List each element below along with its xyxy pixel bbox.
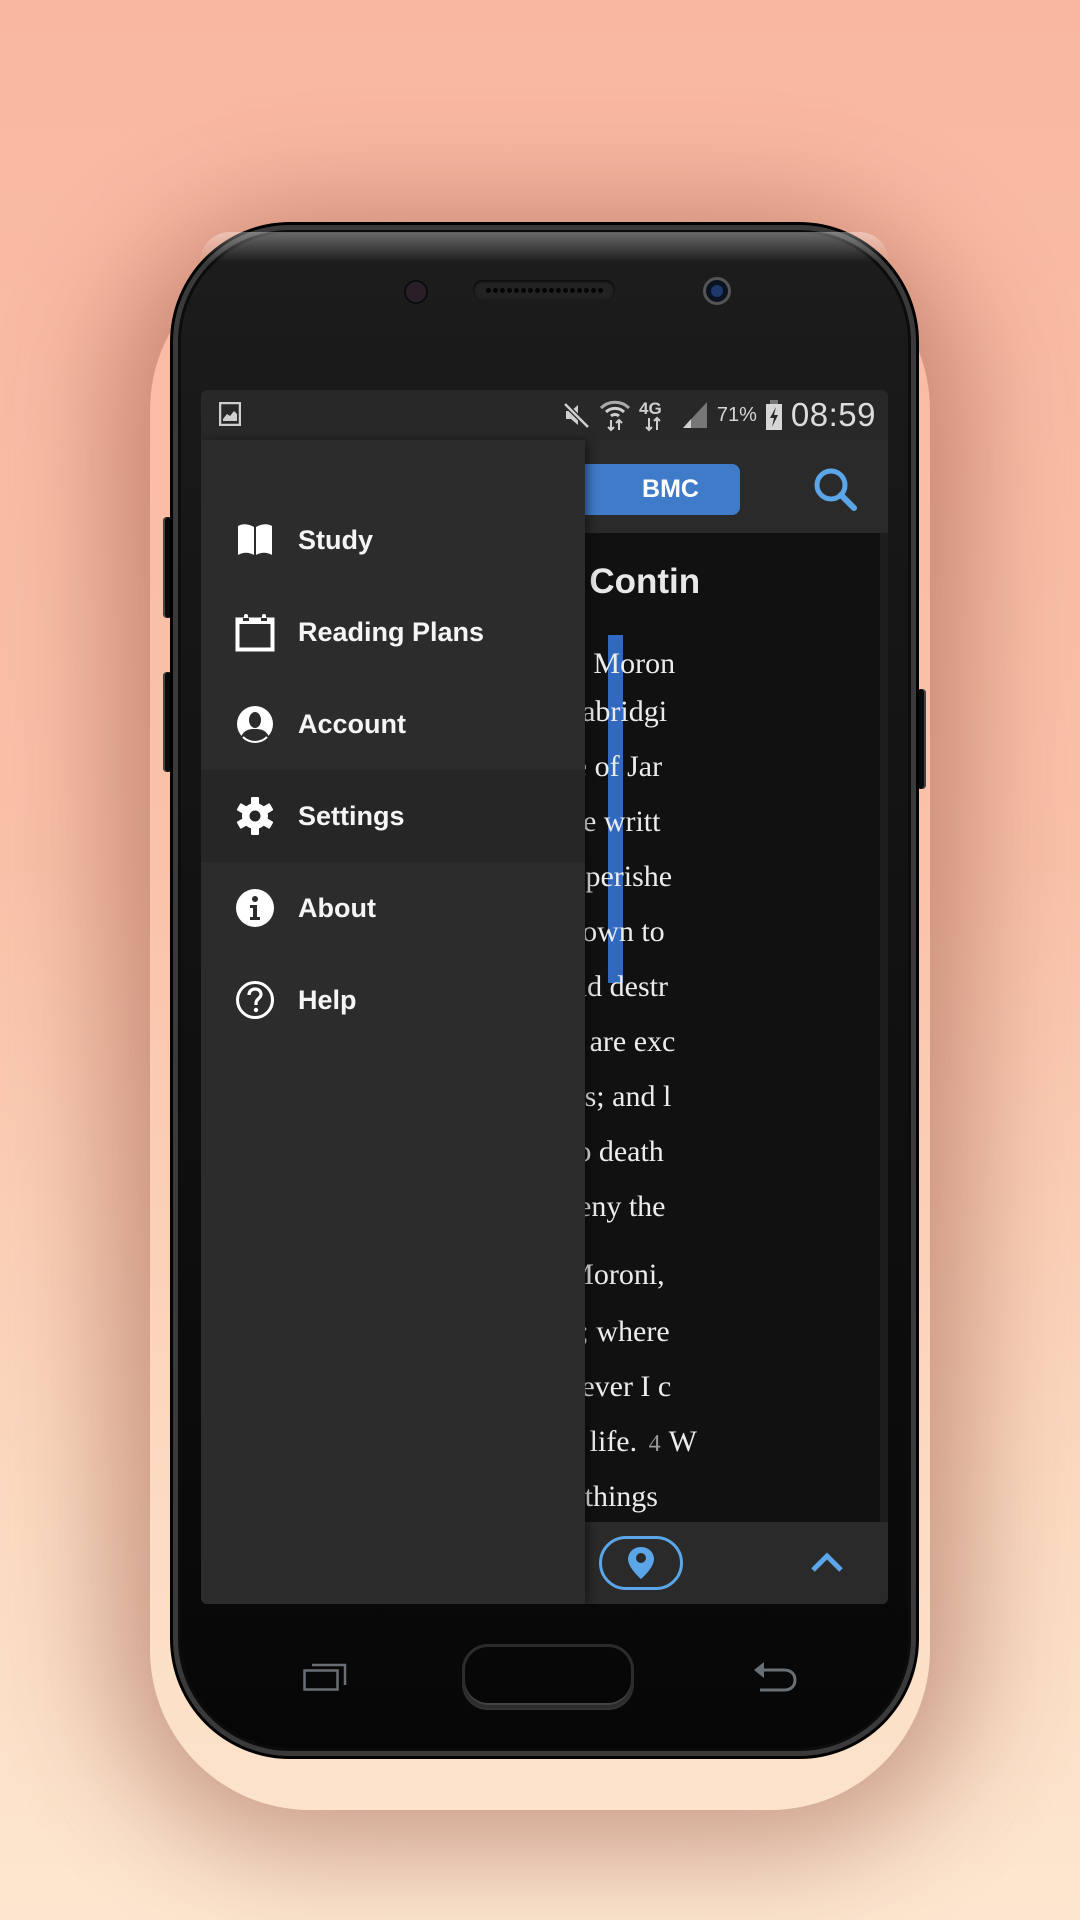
drawer-item-label: Reading Plans (298, 616, 485, 647)
back-icon[interactable] (752, 1660, 798, 1694)
reader-edge (880, 533, 888, 1604)
front-camera (703, 277, 731, 305)
drawer-item-label: About (298, 892, 376, 923)
phone-screen: 4G 71% 08:59 BMC Moroni Contin (201, 390, 888, 1604)
book-icon (238, 524, 272, 555)
wifi-icon (599, 400, 630, 432)
calendar-icon (235, 614, 275, 652)
drawer-item-study[interactable]: Study (201, 494, 585, 586)
image-icon (219, 402, 241, 426)
account-icon (237, 706, 273, 744)
drawer-item-label: Study (298, 524, 374, 555)
4g-lte-icon: 4G (639, 399, 662, 432)
drawer-item-label: Account (298, 708, 406, 739)
drawer-item-about[interactable]: About (201, 862, 585, 954)
status-bar: 4G 71% 08:59 (201, 390, 888, 440)
home-button[interactable] (462, 1644, 634, 1708)
drawer-item-reading-plans[interactable]: Reading Plans (201, 586, 585, 678)
clock: 08:59 (790, 396, 876, 433)
proximity-sensor (404, 280, 428, 304)
location-pin-icon (628, 1547, 654, 1579)
drawer-item-help[interactable]: Help (201, 954, 585, 1046)
drawer-item-account[interactable]: Account (201, 678, 585, 770)
battery-percent: 71% (716, 403, 757, 426)
status-icons: 4G 71% 08:59 (561, 396, 876, 434)
reader-bottom-bar (585, 1522, 888, 1604)
gear-icon (236, 797, 274, 835)
info-icon (236, 889, 274, 927)
drawer-item-settings[interactable]: Settings (201, 770, 585, 862)
chevron-up-icon[interactable] (805, 1542, 849, 1582)
signal-icon (682, 402, 707, 428)
navigation-drawer: Study Reading Plans Account Settings Abo… (201, 440, 585, 1604)
location-button[interactable] (599, 1536, 683, 1590)
earpiece-speaker (473, 280, 615, 300)
help-icon (236, 981, 274, 1019)
mute-icon (563, 402, 590, 429)
verse-number: 4 (648, 1431, 661, 1457)
search-icon[interactable] (808, 462, 864, 518)
recent-apps-icon[interactable] (303, 1661, 347, 1691)
svg-text:4G: 4G (639, 399, 662, 418)
drawer-item-label: Help (298, 984, 357, 1015)
drawer-item-label: Settings (298, 800, 405, 831)
battery-charging-icon (765, 400, 782, 430)
